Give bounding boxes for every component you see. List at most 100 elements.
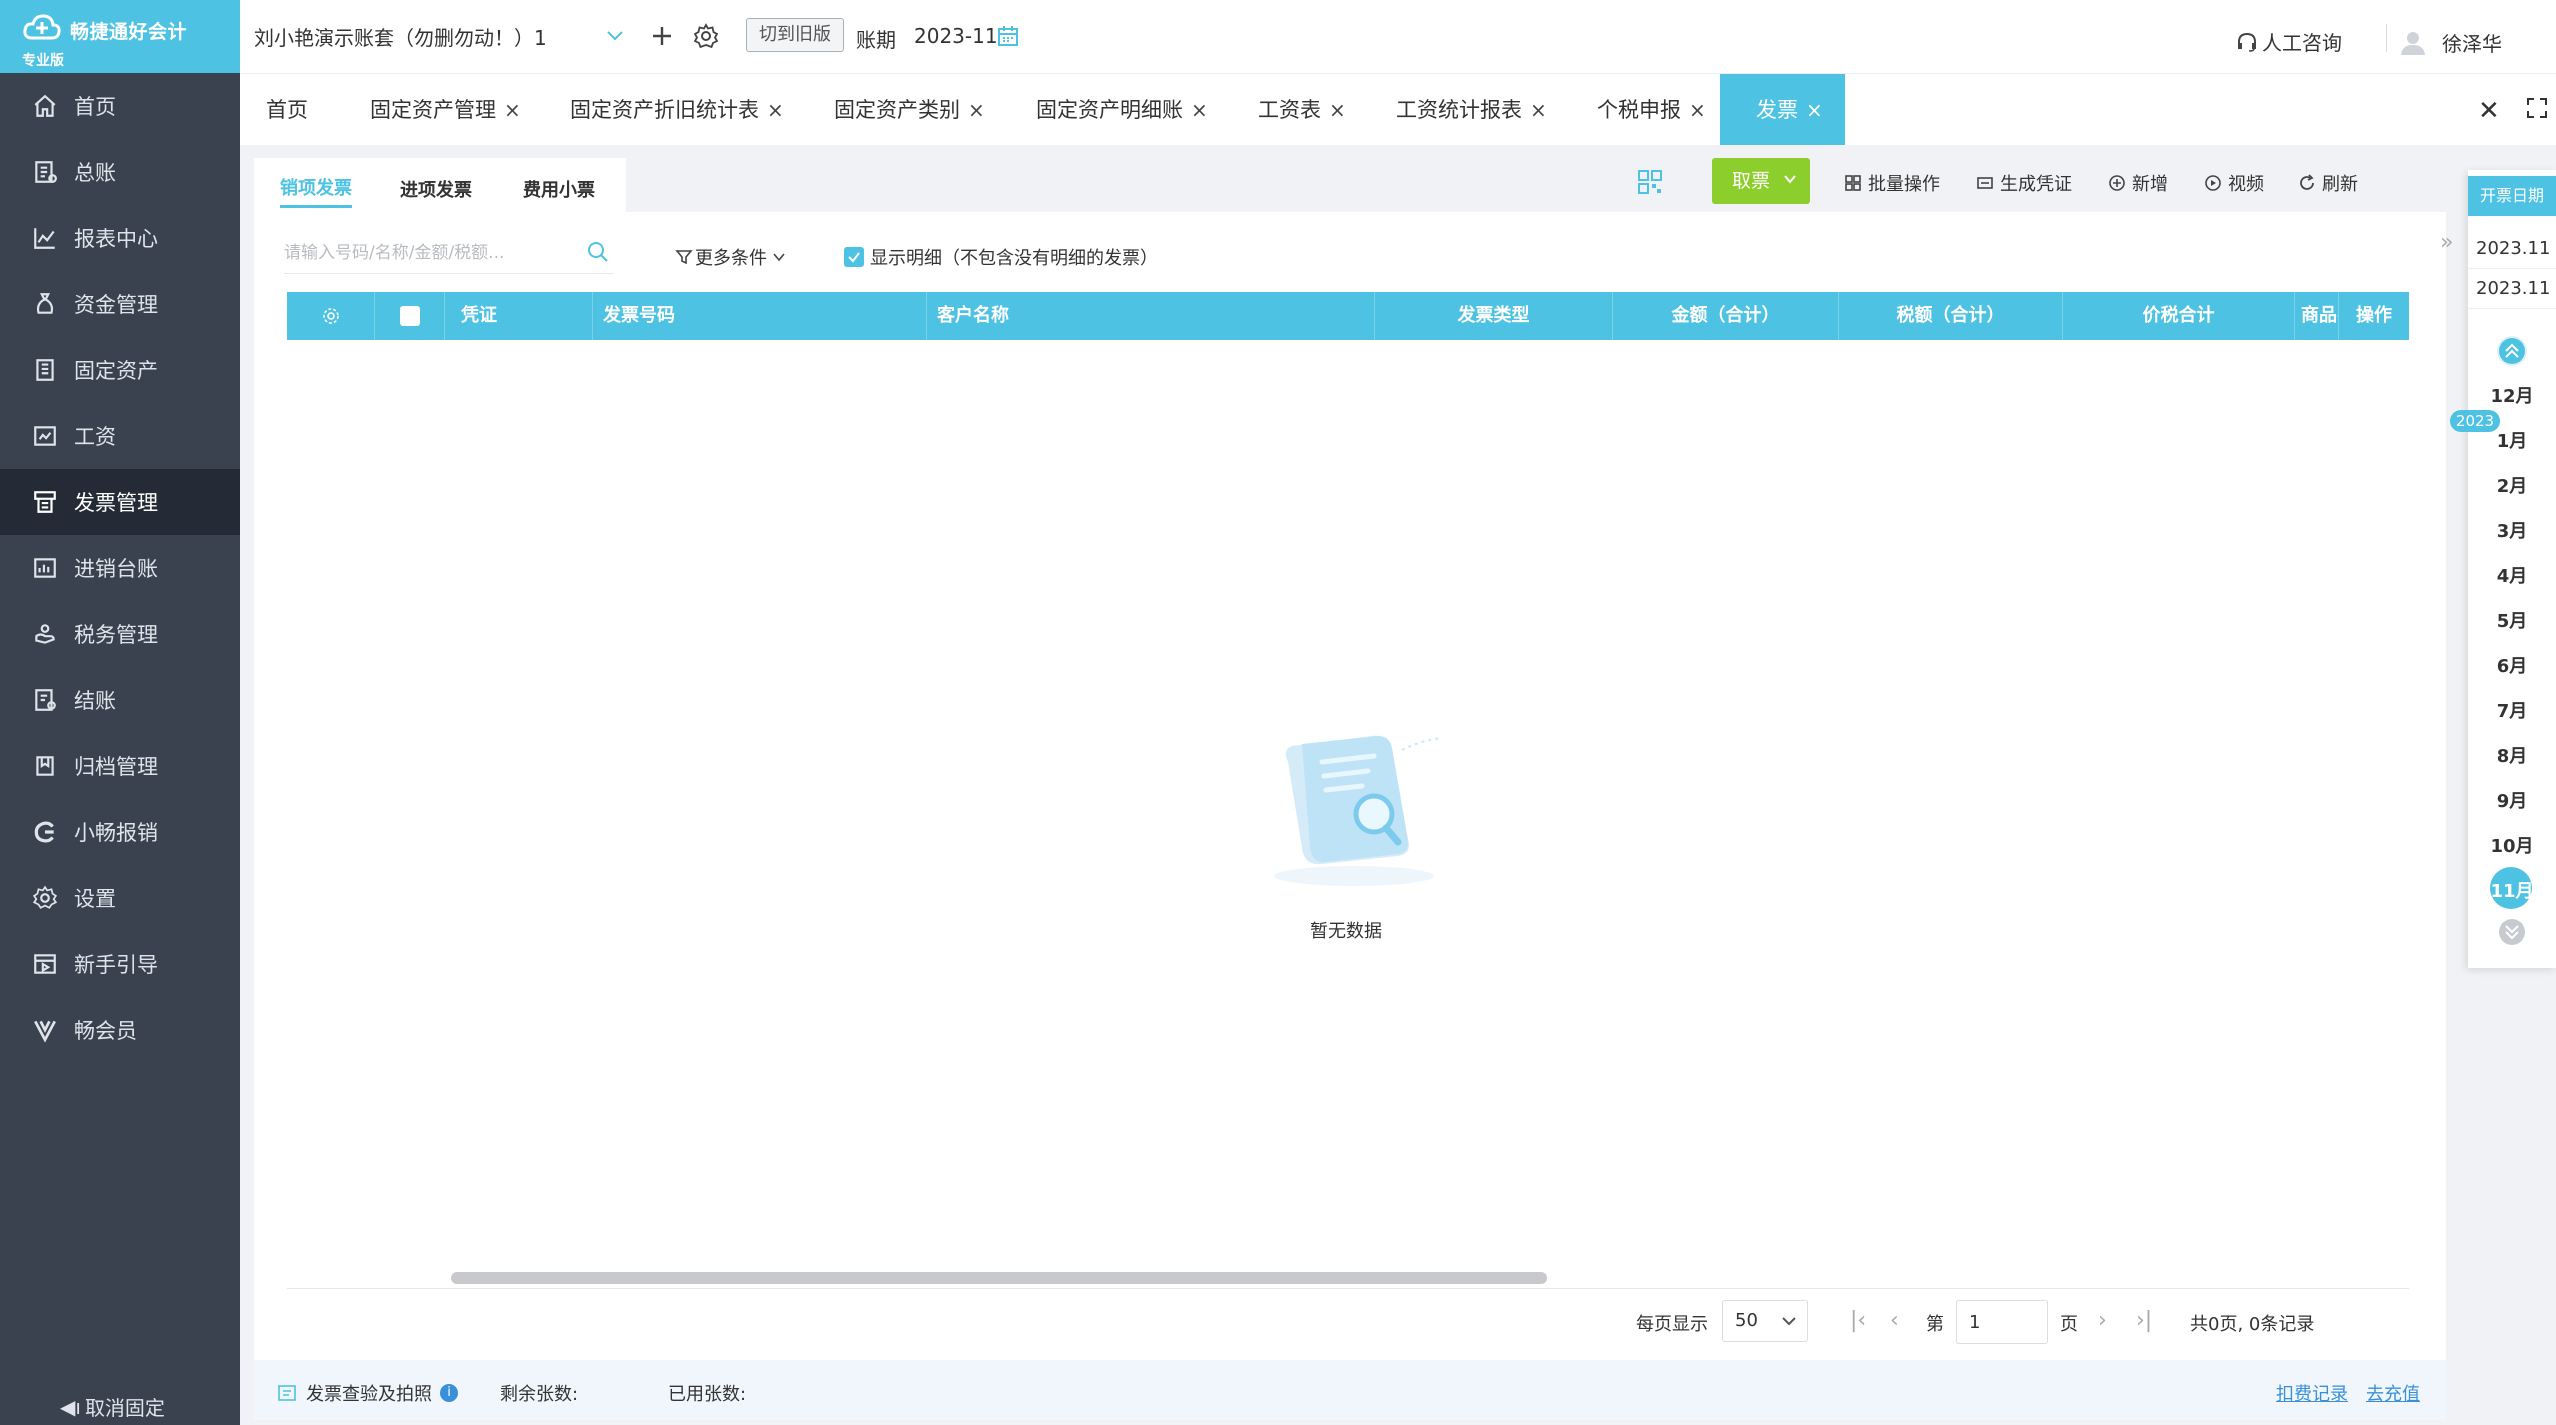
month-item[interactable]: 4月 <box>2468 562 2556 588</box>
deduct-record-link[interactable]: 扣费记录 <box>2276 1380 2348 1406</box>
close-icon[interactable]: × <box>968 98 985 122</box>
month-item[interactable]: 12月 <box>2468 382 2556 408</box>
sidebar-item-reimburse[interactable]: 小畅报销 <box>0 799 240 865</box>
tab-expense-receipts[interactable]: 费用小票 <box>523 176 595 202</box>
tab-label: 首页 <box>266 98 308 122</box>
period-value[interactable]: 2023-11 <box>914 24 998 48</box>
generate-voucher-button[interactable]: 生成凭证 <box>1976 170 2072 196</box>
more-filters-dropdown[interactable]: 更多条件 <box>675 244 787 270</box>
page-size-select[interactable]: 50 <box>1722 1300 1808 1342</box>
column-header-customer-name[interactable]: 客户名称 <box>927 292 1375 340</box>
search-input[interactable] <box>284 238 564 268</box>
column-header-invoice-type[interactable]: 发票类型 <box>1375 292 1613 340</box>
close-icon[interactable]: × <box>504 98 521 122</box>
add-button[interactable]: 新增 <box>2108 170 2168 196</box>
scroll-up-icon[interactable] <box>2497 336 2527 366</box>
month-item[interactable]: 5月 <box>2468 607 2556 633</box>
tab-sales-invoices[interactable]: 销项发票 <box>280 174 352 200</box>
column-header-goods-name[interactable]: 商品名 <box>2295 292 2339 340</box>
sidebar-item-tax[interactable]: 税务管理 <box>0 601 240 667</box>
tab-fixed-asset-ledger[interactable]: 固定资产明细账 × <box>1036 74 1208 146</box>
next-page-icon[interactable]: › <box>2098 1308 2107 1333</box>
fetch-invoice-button[interactable]: 取票 <box>1712 158 1810 204</box>
switch-old-version-button[interactable]: 切到旧版 <box>746 18 844 52</box>
close-all-tabs-icon[interactable]: ✕ <box>2478 96 2500 126</box>
sidebar-item-checkout[interactable]: 结账 <box>0 667 240 733</box>
calendar-icon[interactable] <box>996 24 1020 48</box>
sidebar-item-label: 报表中心 <box>74 227 158 251</box>
month-item[interactable]: 6月 <box>2468 652 2556 678</box>
close-icon[interactable]: × <box>1689 98 1706 122</box>
unpin-sidebar-button[interactable]: ◀ı 取消固定 <box>60 1392 165 1421</box>
month-item[interactable]: 2月 <box>2468 472 2556 498</box>
gear-icon[interactable] <box>692 22 720 50</box>
first-page-icon[interactable]: |‹ <box>1850 1308 1866 1333</box>
sidebar-item-ledger[interactable]: 总账 <box>0 139 240 205</box>
sidebar-item-home[interactable]: 首页 <box>0 73 240 139</box>
sidebar-item-funds[interactable]: 资金管理 <box>0 271 240 337</box>
prev-page-icon[interactable]: ‹ <box>1890 1308 1899 1333</box>
tab-depreciation-report[interactable]: 固定资产折旧统计表 × <box>570 74 784 146</box>
info-icon[interactable]: i <box>440 1384 458 1402</box>
tab-fixed-asset-category[interactable]: 固定资产类别 × <box>834 74 985 146</box>
month-item[interactable]: 7月 <box>2468 697 2556 723</box>
sidebar-item-guide[interactable]: 新手引导 <box>0 931 240 997</box>
sidebar-item-vip[interactable]: 畅会员 <box>0 997 240 1063</box>
column-header-price-tax-total[interactable]: 价税合计 <box>2063 292 2295 340</box>
sidebar-item-salary[interactable]: 工资 <box>0 403 240 469</box>
search-icon[interactable] <box>586 240 610 264</box>
close-icon[interactable]: × <box>1329 98 1346 122</box>
fullscreen-icon[interactable] <box>2525 96 2549 120</box>
tab-home[interactable]: 首页 <box>266 74 308 146</box>
gear-icon <box>32 885 58 909</box>
close-icon[interactable]: × <box>767 98 784 122</box>
month-item-active[interactable]: 11月 <box>2468 877 2556 903</box>
invoice-check-button[interactable]: 发票查验及拍照 i <box>276 1380 458 1406</box>
column-header-tax-total[interactable]: 税额（合计） <box>1839 292 2063 340</box>
month-item[interactable]: 9月 <box>2468 787 2556 813</box>
plus-icon[interactable] <box>648 22 676 50</box>
month-item[interactable]: 1月 <box>2468 427 2556 453</box>
sidebar-item-invoice[interactable]: 发票管理 <box>0 469 240 535</box>
tab-purchase-invoices[interactable]: 进项发票 <box>400 176 472 202</box>
tab-fixed-asset-management[interactable]: 固定资产管理 × <box>370 74 521 146</box>
column-header-voucher[interactable]: 凭证 <box>445 292 593 340</box>
column-header-invoice-number[interactable]: 发票号码 <box>593 292 927 340</box>
date-range-start[interactable]: 2023.11 <box>2476 238 2550 259</box>
sidebar-item-inventory[interactable]: 进销台账 <box>0 535 240 601</box>
sidebar-item-reports[interactable]: 报表中心 <box>0 205 240 271</box>
sidebar-item-settings[interactable]: 设置 <box>0 865 240 931</box>
close-icon[interactable]: × <box>1806 98 1823 122</box>
month-item[interactable]: 10月 <box>2468 832 2556 858</box>
refresh-button[interactable]: 刷新 <box>2298 170 2358 196</box>
select-all-checkbox[interactable] <box>399 306 420 326</box>
scroll-down-icon[interactable] <box>2497 917 2527 947</box>
logo[interactable]: 畅捷通好会计 专业版 <box>0 0 240 73</box>
sidebar-item-fixed-assets[interactable]: 固定资产 <box>0 337 240 403</box>
user-menu[interactable]: 徐泽华 <box>2398 27 2502 57</box>
collapse-panel-icon[interactable]: » <box>2440 230 2453 255</box>
account-select[interactable]: 刘小艳演示账套（勿删勿动！）1 <box>254 22 634 51</box>
qr-code-icon[interactable] <box>1636 168 1664 196</box>
close-icon[interactable]: × <box>1191 98 1208 122</box>
column-header-amount-total[interactable]: 金额（合计） <box>1613 292 1839 340</box>
month-item[interactable]: 3月 <box>2468 517 2556 543</box>
column-header-actions[interactable]: 操作 <box>2339 292 2409 340</box>
close-icon[interactable]: × <box>1530 98 1547 122</box>
tab-income-tax[interactable]: 个税申报 × <box>1597 74 1706 146</box>
video-button[interactable]: 视频 <box>2204 170 2264 196</box>
horizontal-scrollbar[interactable] <box>451 1272 1547 1284</box>
recharge-link[interactable]: 去充值 <box>2366 1380 2420 1406</box>
sidebar-item-archive[interactable]: 归档管理 <box>0 733 240 799</box>
month-item[interactable]: 8月 <box>2468 742 2556 768</box>
column-settings[interactable] <box>287 292 375 340</box>
page-number-input[interactable] <box>1956 1300 2048 1344</box>
tab-salary-report[interactable]: 工资统计报表 × <box>1396 74 1547 146</box>
support-button[interactable]: 人工咨询 <box>2236 27 2342 56</box>
tab-salary-sheet[interactable]: 工资表 × <box>1258 74 1346 146</box>
show-detail-checkbox[interactable]: 显示明细（不包含没有明细的发票） <box>844 244 1158 270</box>
tab-invoice[interactable]: 发票 × <box>1720 74 1845 146</box>
date-range-end[interactable]: 2023.11 <box>2476 278 2550 299</box>
batch-operation-button[interactable]: 批量操作 <box>1844 170 1940 196</box>
last-page-icon[interactable]: ›| <box>2136 1308 2152 1333</box>
